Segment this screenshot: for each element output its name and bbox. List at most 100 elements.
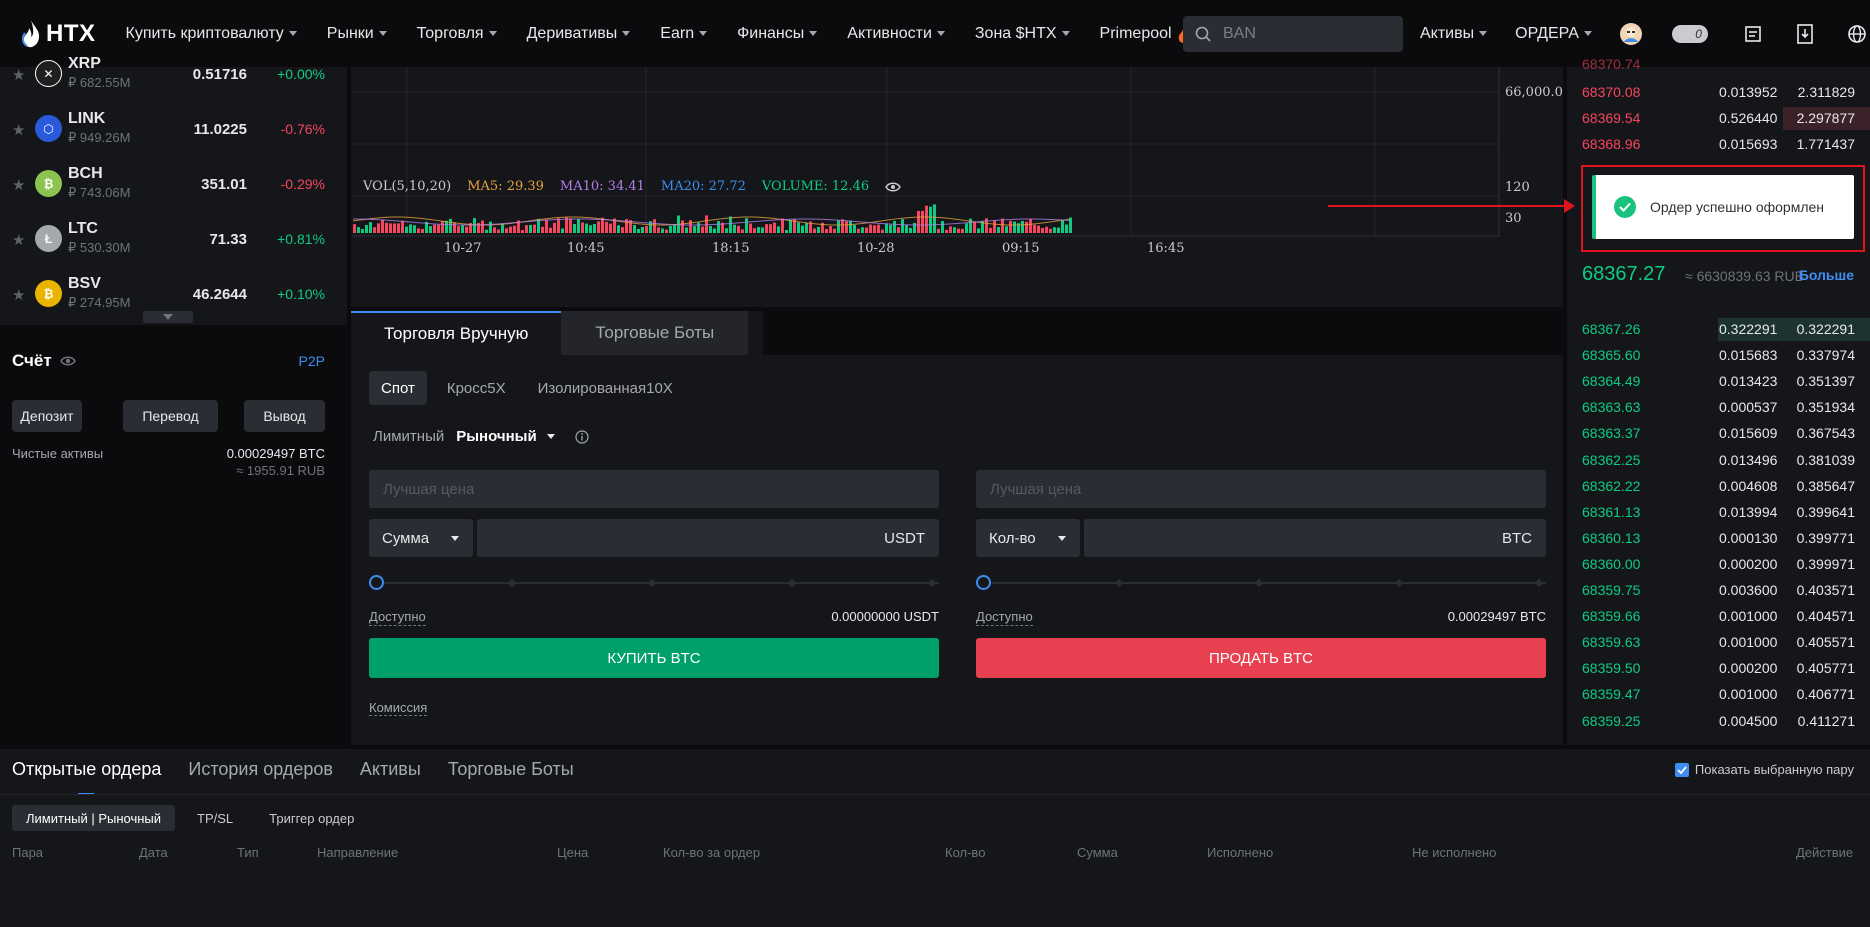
bid-row[interactable]: 68367.26 0.322291 0.322291 — [1567, 316, 1870, 342]
slider-mark[interactable] — [787, 578, 797, 588]
eye-icon[interactable] — [60, 355, 76, 367]
volume-bar — [457, 226, 460, 233]
market-row-bch[interactable]: ★ ₿ BCH ₽ 743.06M 351.01 -0.29% — [0, 160, 347, 215]
more-link[interactable]: Больше — [1799, 267, 1854, 283]
transfer-button[interactable]: Перевод — [123, 400, 218, 432]
withdraw-button[interactable]: Вывод — [244, 400, 325, 432]
language-globe-icon[interactable] — [1846, 23, 1868, 45]
checkbox-checked-icon[interactable] — [1674, 762, 1689, 777]
bid-row[interactable]: 68363.63 0.000537 0.351934 — [1567, 394, 1870, 420]
nav-activities[interactable]: Активности — [847, 25, 945, 43]
buy-button[interactable]: КУПИТЬ BTC — [369, 638, 939, 678]
bid-row[interactable]: 68365.60 0.015683 0.337974 — [1567, 342, 1870, 368]
market-row-xrp[interactable]: ★ ✕ XRP ₽ 682.55M 0.51716 +0.00% — [0, 50, 347, 105]
slider-mark[interactable] — [927, 578, 937, 588]
buy-amount-type-select[interactable]: Сумма — [369, 519, 473, 557]
deposit-button[interactable]: Депозит — [12, 400, 82, 432]
download-icon[interactable] — [1794, 23, 1816, 45]
bid-row[interactable]: 68361.13 0.013994 0.399641 — [1567, 499, 1870, 525]
search-input[interactable]: BAN — [1183, 16, 1403, 52]
buy-amount-input[interactable]: USDT — [477, 519, 939, 557]
mode-spot[interactable]: Спот — [369, 371, 427, 405]
slider-mark[interactable] — [1394, 578, 1404, 588]
star-icon[interactable]: ★ — [12, 231, 25, 249]
nav-assets[interactable]: Активы — [1420, 25, 1488, 43]
slider-mark[interactable] — [1254, 578, 1264, 588]
tab-assets[interactable]: Активы — [360, 759, 421, 795]
info-icon[interactable] — [575, 429, 589, 444]
nav-primepool[interactable]: Primepool — [1100, 24, 1193, 44]
ask-row[interactable]: 68369.54 0.526440 2.297877 — [1567, 105, 1870, 131]
market-row-link[interactable]: ★ ⬡ LINK ₽ 949.26M 11.0225 -0.76% — [0, 105, 347, 160]
eye-icon[interactable] — [885, 181, 901, 193]
nav-derivatives[interactable]: Деривативы — [527, 25, 631, 43]
message-icon[interactable] — [1742, 23, 1764, 45]
bid-row[interactable]: 68359.63 0.001000 0.405571 — [1567, 629, 1870, 655]
order-type-market[interactable]: Рыночный — [456, 428, 536, 445]
star-icon[interactable]: ★ — [12, 66, 25, 84]
tab-order-history[interactable]: История ордеров — [188, 759, 333, 795]
coin-symbol: BSV — [68, 275, 101, 292]
sell-amount-input[interactable]: BTC — [1084, 519, 1546, 557]
commission-link[interactable]: Комиссия — [369, 700, 428, 716]
caret-down-icon[interactable] — [546, 434, 555, 439]
htx-logo[interactable]: HTX — [20, 19, 96, 49]
nav-finance[interactable]: Финансы — [737, 25, 818, 43]
bid-row[interactable]: 68360.00 0.000200 0.399971 — [1567, 551, 1870, 577]
buy-percent-slider[interactable] — [369, 575, 939, 591]
nav-markets[interactable]: Рынки — [327, 25, 387, 43]
nav-trade[interactable]: Торговля — [417, 25, 497, 43]
volume-bar — [497, 229, 500, 233]
tab-open-orders[interactable]: Открытые ордера — [12, 759, 161, 795]
star-icon[interactable]: ★ — [12, 286, 25, 304]
volume-bar — [705, 215, 708, 233]
star-icon[interactable]: ★ — [12, 121, 25, 139]
subtab-trigger[interactable]: Триггер ордер — [255, 805, 368, 831]
ask-row[interactable]: 68368.96 0.015693 1.771437 — [1567, 131, 1870, 157]
slider-knob[interactable] — [976, 575, 991, 590]
bid-row[interactable]: 68362.22 0.004608 0.385647 — [1567, 473, 1870, 499]
slider-mark[interactable] — [1534, 578, 1544, 588]
subtab-tpsl[interactable]: TP/SL — [183, 805, 247, 831]
star-icon[interactable]: ★ — [12, 176, 25, 194]
sell-price-input[interactable]: Лучшая цена — [976, 470, 1546, 508]
nav-earn[interactable]: Earn — [660, 25, 708, 43]
collapse-handle[interactable] — [143, 311, 193, 323]
nav-htx-zone[interactable]: Зона $HTX — [975, 25, 1070, 43]
order-type-limit[interactable]: Лимитный — [373, 428, 444, 445]
p2p-link[interactable]: P2P — [299, 353, 325, 369]
nav-label: Торговля — [416, 24, 484, 42]
bid-row[interactable]: 68364.49 0.013423 0.351397 — [1567, 368, 1870, 394]
show-selected-pair-checkbox[interactable]: Показать выбранную пару — [1674, 762, 1854, 777]
mode-cross[interactable]: Кросс5X — [435, 371, 518, 405]
sell-button[interactable]: ПРОДАТЬ BTC — [976, 638, 1546, 678]
market-row-ltc[interactable]: ★ Ł LTC ₽ 530.30M 71.33 +0.81% — [0, 215, 347, 270]
bid-row[interactable]: 68359.25 0.004500 0.411271 — [1567, 708, 1870, 734]
bid-row[interactable]: 68359.50 0.000200 0.405771 — [1567, 655, 1870, 681]
nav-buy-crypto[interactable]: Купить криптовалюту — [126, 25, 297, 43]
tab-trading-bots[interactable]: Торговые Боты — [448, 759, 574, 795]
buy-price-input[interactable]: Лучшая цена — [369, 470, 939, 508]
mode-isolated[interactable]: Изолированная10X — [526, 371, 685, 405]
avatar[interactable] — [1619, 22, 1642, 45]
bid-row[interactable]: 68360.13 0.000130 0.399771 — [1567, 525, 1870, 551]
bid-row[interactable]: 68359.75 0.003600 0.403571 — [1567, 577, 1870, 603]
slider-mark[interactable] — [647, 578, 657, 588]
slider-mark[interactable] — [1114, 578, 1124, 588]
sell-percent-slider[interactable] — [976, 575, 1546, 591]
price-chart[interactable]: VOL(5,10,20) MA5: 29.39 MA10: 34.41 MA20… — [351, 67, 1563, 307]
slider-knob[interactable] — [369, 575, 384, 590]
sell-amount-type-select[interactable]: Кол-во — [976, 519, 1080, 557]
points-badge[interactable]: 0 — [1671, 23, 1708, 45]
slider-mark[interactable] — [507, 578, 517, 588]
volume-bar — [841, 219, 844, 233]
nav-orders[interactable]: ОРДЕРА — [1515, 25, 1592, 43]
ask-row[interactable]: 68370.08 0.013952 2.311829 — [1567, 79, 1870, 105]
bid-row[interactable]: 68359.47 0.001000 0.406771 — [1567, 681, 1870, 707]
tab-manual-trading[interactable]: Торговля Вручную — [351, 311, 562, 355]
subtab-limit-market[interactable]: Лимитный | Рыночный — [12, 805, 176, 831]
bid-row[interactable]: 68359.66 0.001000 0.404571 — [1567, 603, 1870, 629]
bid-row[interactable]: 68363.37 0.015609 0.367543 — [1567, 420, 1870, 446]
bid-row[interactable]: 68362.25 0.013496 0.381039 — [1567, 447, 1870, 473]
tab-trading-bots[interactable]: Торговые Боты — [561, 311, 749, 355]
